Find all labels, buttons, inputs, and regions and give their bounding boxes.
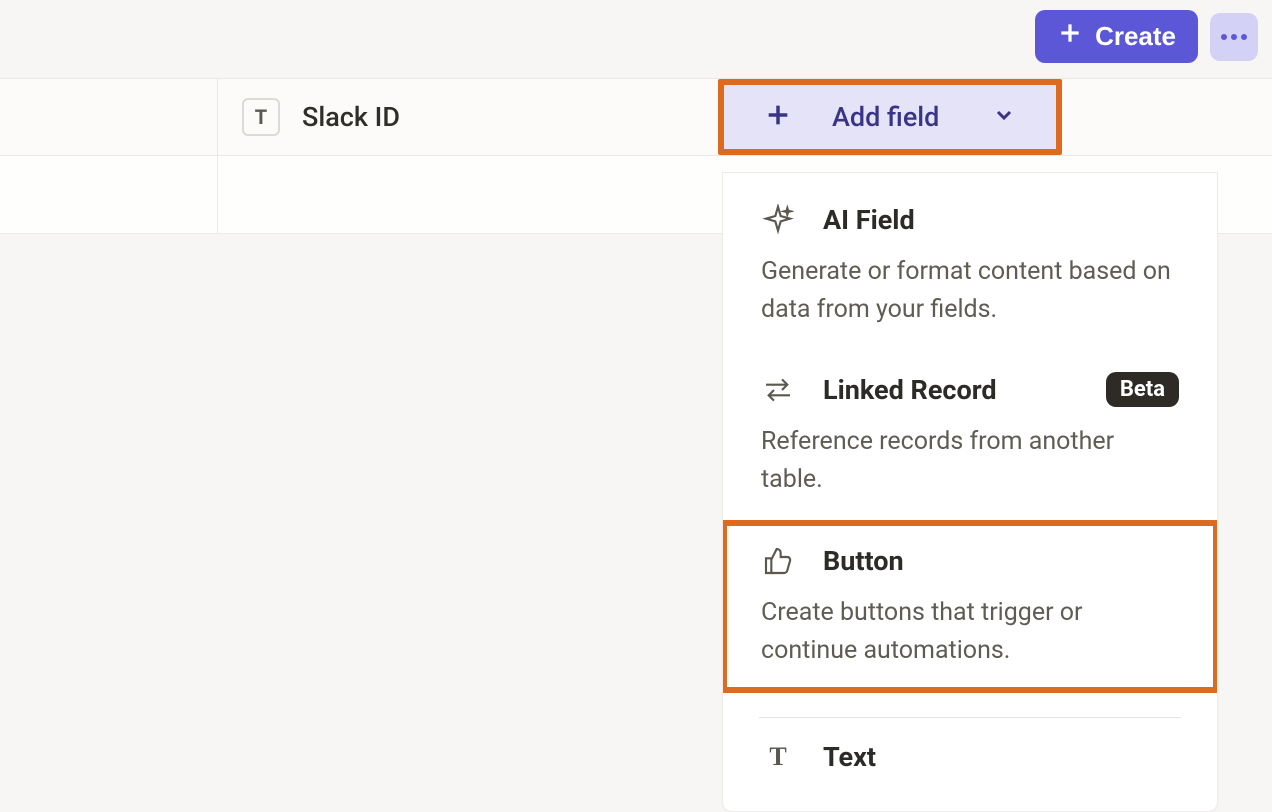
add-field-label: Add field: [832, 101, 952, 133]
beta-badge: Beta: [1106, 372, 1179, 407]
column-header-slack-id[interactable]: T Slack ID: [218, 79, 718, 155]
field-option-title: Linked Record: [823, 374, 1078, 406]
field-option-button[interactable]: Button Create buttons that trigger or co…: [722, 520, 1218, 693]
plus-icon: [764, 101, 792, 133]
plus-icon: [1057, 20, 1083, 53]
field-option-title: AI Field: [823, 204, 1179, 236]
thumbs-up-icon: [761, 544, 795, 578]
row-handle-header: [0, 79, 218, 155]
add-field-button[interactable]: Add field: [718, 79, 1062, 155]
create-button[interactable]: Create: [1035, 10, 1198, 63]
chevron-down-icon: [992, 103, 1016, 131]
cell-slack-id[interactable]: [218, 156, 718, 233]
swap-arrows-icon: [761, 373, 795, 407]
field-option-desc: Create buttons that trigger or continue …: [761, 594, 1179, 669]
row-handle[interactable]: [0, 156, 218, 233]
field-option-title: Text: [823, 741, 1179, 773]
field-option-ai-field[interactable]: AI Field Generate or format content base…: [723, 181, 1217, 350]
more-button[interactable]: [1210, 13, 1258, 61]
field-option-title: Button: [823, 545, 1179, 577]
create-button-label: Create: [1095, 21, 1176, 52]
field-option-linked-record[interactable]: Linked Record Beta Reference records fro…: [723, 350, 1217, 520]
field-option-desc: Reference records from another table.: [761, 423, 1179, 498]
table-header-row: T Slack ID Add field: [0, 78, 1272, 156]
text-icon: T: [761, 740, 795, 774]
column-name: Slack ID: [302, 101, 400, 133]
sparkle-icon: [761, 203, 795, 237]
add-field-dropdown: AI Field Generate or format content base…: [722, 172, 1218, 812]
text-type-icon: T: [242, 98, 280, 136]
field-option-desc: Generate or format content based on data…: [761, 253, 1179, 328]
field-option-text[interactable]: T Text: [723, 718, 1217, 774]
dots-icon: [1221, 34, 1227, 40]
